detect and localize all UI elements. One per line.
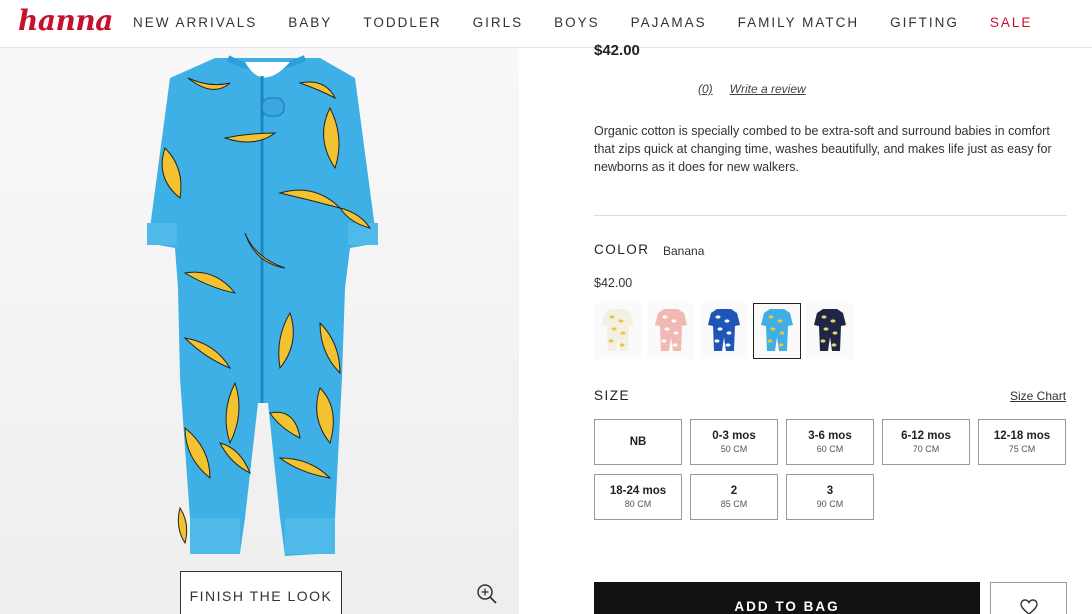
heart-icon [1019, 599, 1038, 614]
color-swatch-cream[interactable] [594, 303, 642, 359]
color-swatches [594, 303, 854, 359]
size-name: 0-3 mos [712, 430, 756, 442]
write-review-link[interactable]: Write a review [730, 82, 806, 96]
nav-item-boys[interactable]: BOYS [554, 15, 600, 30]
size-name: 3-6 mos [808, 430, 852, 442]
reviews-row: (0) Write a review [698, 82, 806, 96]
nav-item-girls[interactable]: GIRLS [473, 15, 524, 30]
add-to-bag-button[interactable]: ADD TO BAG [594, 582, 980, 614]
site-header: hanna NEW ARRIVALS BABY TODDLER GIRLS BOYS PA… [0, 0, 1092, 48]
selected-color-name: Banana [663, 244, 705, 258]
swatch-thumbnail [814, 309, 846, 351]
size-name: 12-18 mos [993, 430, 1051, 442]
swatch-thumbnail [602, 309, 634, 351]
nav-item-baby[interactable]: BABY [288, 15, 332, 30]
hanna-logo[interactable]: hanna [18, 4, 113, 37]
zoom-in-icon[interactable] [476, 583, 498, 605]
size-name: 6-12 mos [901, 430, 951, 442]
nav-item-family-match[interactable]: FAMILY MATCH [738, 15, 860, 30]
size-option-0-3-mos[interactable]: 0-3 mos 50 CM [690, 419, 778, 465]
nav-item-pajamas[interactable]: PAJAMAS [631, 15, 707, 30]
size-option-3[interactable]: 3 90 CM [786, 474, 874, 520]
size-name: 2 [730, 485, 738, 497]
size-cm: 70 CM [912, 444, 940, 454]
color-swatch-pink[interactable] [647, 303, 695, 359]
color-swatch-banana-blue[interactable] [753, 303, 801, 359]
size-chart-link[interactable]: Size Chart [1010, 389, 1066, 403]
size-cm: 75 CM [1008, 444, 1036, 454]
finish-the-look-button[interactable]: FINISH THE LOOK [180, 571, 342, 614]
size-name: 18-24 mos [609, 485, 667, 497]
product-price: $42.00 [594, 42, 640, 59]
size-cm: 50 CM [720, 444, 748, 454]
size-cm: 85 CM [720, 499, 748, 509]
size-option-nb[interactable]: NB [594, 419, 682, 465]
size-option-18-24-mos[interactable]: 18-24 mos 80 CM [594, 474, 682, 520]
swatch-thumbnail [708, 309, 740, 351]
review-count-link[interactable]: (0) [698, 82, 713, 96]
size-cm: 60 CM [816, 444, 844, 454]
color-label: COLOR [594, 242, 650, 257]
product-image[interactable] [0, 48, 519, 614]
product-description: Organic cotton is specially combed to be… [594, 124, 1052, 174]
size-option-12-18-mos[interactable]: 12-18 mos 75 CM [978, 419, 1066, 465]
size-option-3-6-mos[interactable]: 3-6 mos 60 CM [786, 419, 874, 465]
nav-item-toddler[interactable]: TODDLER [363, 15, 441, 30]
swatch-thumbnail [655, 309, 687, 351]
nav-item-gifting[interactable]: GIFTING [890, 15, 959, 30]
size-name: 3 [826, 485, 834, 497]
product-image-panel: FINISH THE LOOK [0, 48, 519, 614]
color-price: $42.00 [594, 276, 633, 290]
size-option-6-12-mos[interactable]: 6-12 mos 70 CM [882, 419, 970, 465]
swatch-thumbnail [761, 309, 793, 351]
color-swatch-navy[interactable] [806, 303, 854, 359]
color-swatch-royal-blue[interactable] [700, 303, 748, 359]
nav-item-new-arrivals[interactable]: NEW ARRIVALS [133, 15, 257, 30]
size-option-2[interactable]: 2 85 CM [690, 474, 778, 520]
size-label: SIZE [594, 388, 631, 403]
main-nav: NEW ARRIVALS BABY TODDLER GIRLS BOYS PAJAMAS F… [133, 15, 1032, 30]
divider [594, 215, 1067, 216]
size-name: NB [629, 436, 647, 448]
size-cm: 80 CM [624, 499, 652, 509]
wishlist-button[interactable] [990, 582, 1067, 614]
size-cm: 90 CM [816, 499, 844, 509]
size-options: NB 0-3 mos 50 CM 3-6 mos 60 CM 6-12 mos 70 CM 1… [594, 419, 1074, 520]
nav-item-sale[interactable]: SALE [990, 15, 1033, 30]
